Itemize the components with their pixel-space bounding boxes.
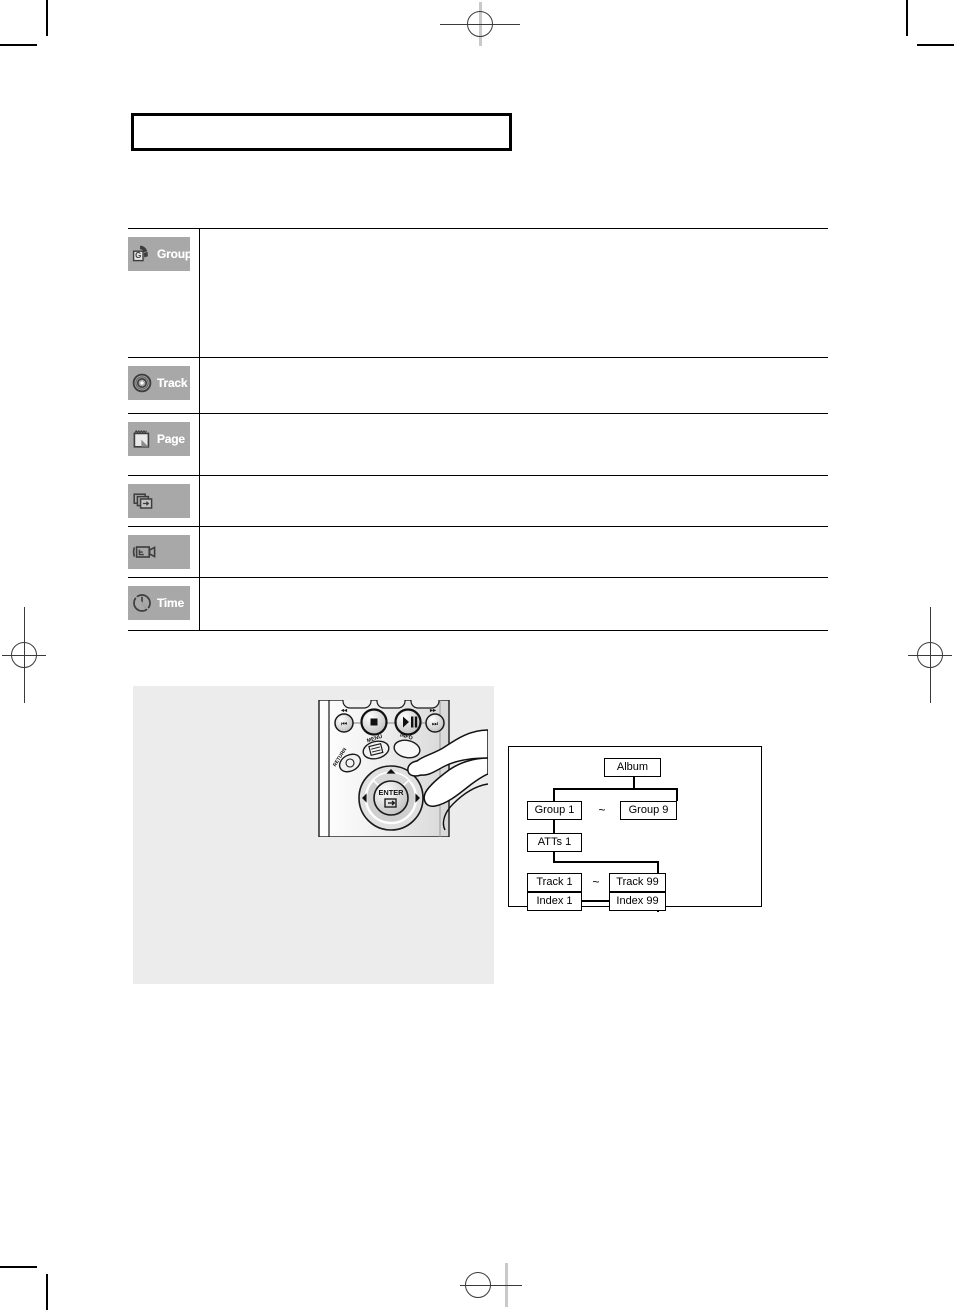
diagram-node-atts: ATTs 1 bbox=[527, 833, 582, 852]
icon-description-table: G Group Track Page Time bbox=[128, 228, 828, 631]
icon-cell bbox=[128, 527, 200, 577]
crop-mark-top-left-vertical bbox=[46, 0, 48, 36]
crop-mark-top-left-horizontal bbox=[0, 44, 37, 46]
group-icon: G bbox=[132, 245, 148, 262]
description-cell bbox=[200, 578, 828, 630]
table-row: Time bbox=[128, 577, 828, 631]
registration-mark-right bbox=[908, 607, 952, 703]
diagram-node-track-first: Track 1 bbox=[527, 873, 582, 892]
page-title-box bbox=[131, 113, 512, 151]
diagram-node-index-first: Index 1 bbox=[527, 892, 582, 911]
angle-icon-chip bbox=[128, 535, 190, 569]
crop-mark-top-right-vertical bbox=[906, 0, 908, 36]
track-icon-chip: Track bbox=[128, 366, 190, 400]
connector-group1-down bbox=[553, 820, 555, 833]
time-icon-chip: Time bbox=[128, 586, 190, 620]
repeat-icon-chip bbox=[128, 484, 190, 518]
track-icon bbox=[132, 373, 152, 393]
diagram-node-index-last: Index 99 bbox=[609, 892, 666, 911]
description-cell bbox=[200, 358, 828, 413]
diagram-node-group-first: Group 1 bbox=[527, 801, 582, 820]
icon-label: Time bbox=[157, 596, 184, 610]
icon-cell bbox=[128, 476, 200, 526]
svg-text:⏭: ⏭ bbox=[432, 721, 439, 728]
registration-mark-left bbox=[2, 607, 46, 703]
angle-icon bbox=[132, 546, 156, 558]
diagram-node-group-last: Group 9 bbox=[620, 801, 677, 820]
description-cell bbox=[200, 414, 828, 475]
svg-text:▸▸: ▸▸ bbox=[429, 708, 437, 714]
icon-label: Track bbox=[157, 376, 188, 390]
table-row bbox=[128, 526, 828, 577]
page-title bbox=[134, 116, 509, 132]
crop-mark-bottom-left-vertical bbox=[46, 1274, 48, 1310]
remote-control-illustration: ◂◂ ▸▸ ⏮ ⏭ RETURN MENU INFO ENTER bbox=[313, 700, 488, 837]
table-row: Track bbox=[128, 357, 828, 413]
repeat-icon bbox=[133, 493, 153, 509]
svg-text:◂◂: ◂◂ bbox=[340, 708, 348, 714]
enter-button-label: ENTER bbox=[378, 788, 404, 797]
icon-label: Page bbox=[157, 432, 185, 446]
table-row bbox=[128, 475, 828, 526]
icon-cell: G Group bbox=[128, 229, 200, 357]
connector-group-bus bbox=[553, 788, 678, 790]
description-cell bbox=[200, 476, 828, 526]
svg-text:G: G bbox=[135, 251, 141, 260]
page-icon bbox=[133, 429, 150, 448]
description-cell bbox=[200, 229, 828, 357]
connector-track-bus bbox=[553, 861, 659, 863]
group-icon-chip: G Group bbox=[128, 237, 192, 271]
diagram-node-track-last: Track 99 bbox=[609, 873, 666, 892]
diagram-range-symbol-index: ~ bbox=[592, 894, 600, 908]
diagram-range-symbol-group: ~ bbox=[598, 803, 606, 817]
connector-track99-up bbox=[657, 861, 659, 873]
registration-mark-top bbox=[440, 2, 520, 46]
crop-mark-bottom-left-horizontal bbox=[0, 1266, 37, 1268]
connector-group9-up bbox=[676, 788, 678, 801]
connector-group1-up bbox=[553, 788, 555, 801]
crop-mark-top-right-horizontal bbox=[917, 44, 954, 46]
illustration-panel: ◂◂ ▸▸ ⏮ ⏭ RETURN MENU INFO ENTER bbox=[133, 686, 494, 984]
registration-mark-bottom bbox=[460, 1263, 552, 1307]
hierarchy-diagram: Album Group 1 ~ Group 9 ATTs 1 Track 1 ~… bbox=[508, 746, 762, 912]
time-icon bbox=[133, 594, 151, 612]
icon-cell: Time bbox=[128, 578, 200, 630]
svg-text:⏮: ⏮ bbox=[341, 721, 347, 728]
description-cell bbox=[200, 527, 828, 577]
icon-label: Group bbox=[157, 247, 192, 261]
diagram-range-symbol-track: ~ bbox=[592, 875, 600, 889]
icon-cell: Page bbox=[128, 414, 200, 475]
page-icon-chip: Page bbox=[128, 422, 190, 456]
table-row: Page bbox=[128, 413, 828, 475]
table-row: G Group bbox=[128, 228, 828, 357]
icon-cell: Track bbox=[128, 358, 200, 413]
diagram-node-album: Album bbox=[604, 758, 661, 777]
